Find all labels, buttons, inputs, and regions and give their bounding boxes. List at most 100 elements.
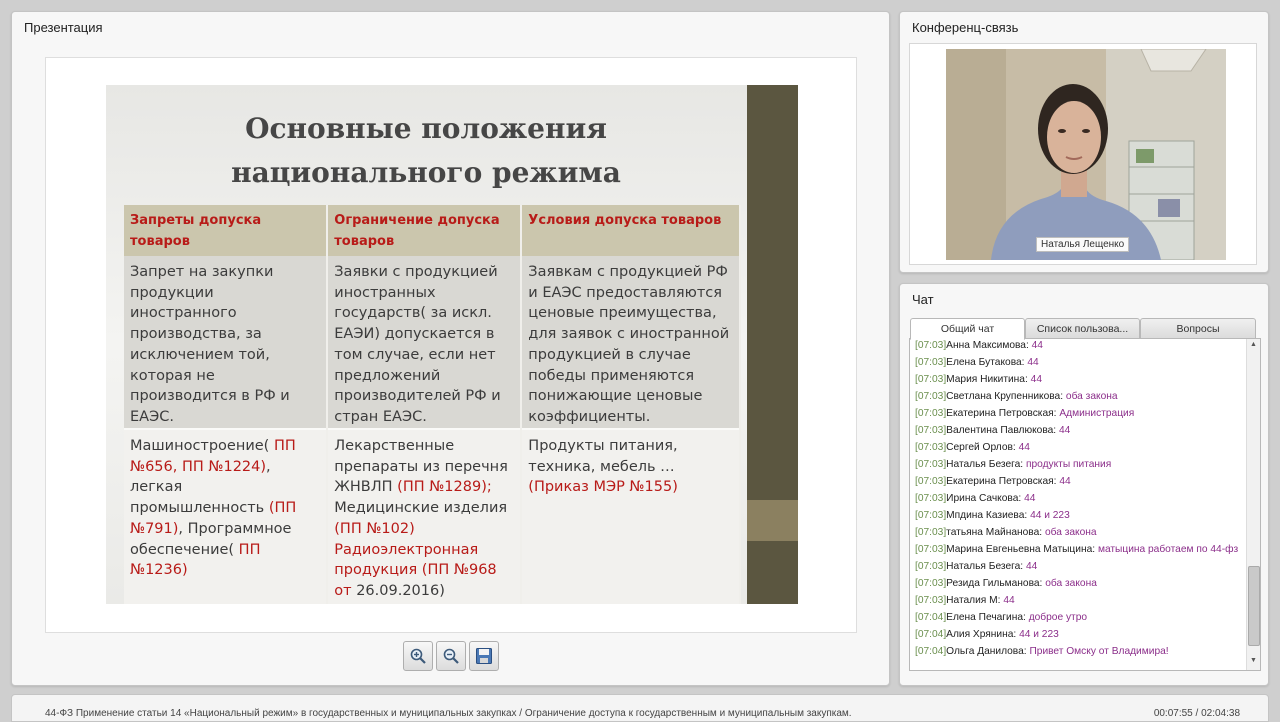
regulation-ref: (ПП №1289);	[397, 479, 492, 496]
webinar-title: 44-ФЗ Применение статьи 14 «Национальный…	[45, 708, 852, 719]
save-icon	[476, 648, 492, 664]
message-text: 44 и 223	[1019, 628, 1059, 640]
message-timestamp: [07:03]	[915, 577, 947, 589]
tab-user-list[interactable]: Список пользова...	[1025, 318, 1140, 340]
chat-message: [07:03]Валентина Павлюкова: 44	[915, 422, 1241, 439]
message-timestamp: [07:03]	[915, 357, 947, 368]
message-author: Алия Хрянина:	[946, 628, 1017, 640]
presentation-panel: Презентация Основные положения националь…	[11, 11, 890, 686]
message-timestamp: [07:03]	[915, 527, 947, 538]
message-text: оба закона	[1045, 577, 1097, 589]
scroll-up-arrow-icon[interactable]: ▲	[1250, 341, 1257, 348]
message-author: Мария Никитина:	[946, 374, 1028, 385]
message-text: Привет Омску от Владимира!	[1029, 645, 1169, 657]
message-timestamp: [07:04]	[915, 645, 947, 657]
chat-message: [07:03]Сергей Орлов: 44	[915, 439, 1241, 456]
message-author: Елена Бутакова:	[946, 357, 1025, 368]
slide-side-bar-accent	[747, 500, 798, 541]
message-timestamp: [07:04]	[915, 628, 947, 640]
chat-message: [07:04]Ольга Данилова: Привет Омску от В…	[915, 643, 1241, 660]
message-author: Екатерина Петровская:	[946, 408, 1057, 419]
chat-message: [07:04]Алия Хрянина: 44 и 223	[915, 626, 1241, 643]
message-timestamp: [07:03]	[915, 374, 947, 385]
message-author: Мпдина Казиева:	[946, 510, 1028, 521]
zoom-in-icon	[410, 648, 426, 664]
chat-message: [07:03]Екатерина Петровская: Администрац…	[915, 405, 1241, 422]
chat-message-list: [07:03]Анна Максимова: 44 [07:03]Елена Бу…	[915, 339, 1241, 660]
text-part: Медицинские изделия	[334, 500, 508, 517]
message-author: Наталия М:	[946, 594, 1001, 606]
message-text: 44	[1003, 594, 1015, 606]
message-timestamp: [07:04]	[915, 611, 947, 623]
message-text: оба закона	[1065, 391, 1118, 402]
chat-title: Чат	[912, 292, 934, 307]
zoom-out-icon	[443, 648, 459, 664]
slide: Основные положения национального режима …	[106, 85, 798, 604]
chat-scroll-thumb[interactable]	[1248, 566, 1260, 646]
zoom-out-button[interactable]	[436, 641, 466, 671]
video-scene	[946, 49, 1226, 260]
message-text: 44	[1018, 442, 1030, 453]
chat-message: [07:04]Елена Печагина: доброе утро	[915, 609, 1241, 626]
message-text: 44	[1025, 560, 1038, 572]
chat-message: [07:03]Мпдина Казиева: 44 и 223	[915, 507, 1241, 524]
slide-viewer[interactable]: Основные положения национального режима …	[45, 57, 857, 633]
chat-scrollbar[interactable]: ▲ ▼	[1246, 339, 1260, 670]
message-timestamp: [07:03]	[915, 493, 947, 504]
message-timestamp: [07:03]	[915, 594, 947, 606]
player-footer: 44-ФЗ Применение статьи 14 «Национальный…	[11, 694, 1269, 722]
message-timestamp: [07:03]	[915, 408, 947, 419]
scroll-down-arrow-icon[interactable]: ▼	[1250, 657, 1257, 664]
chat-message: [07:03]Мария Никитина: 44	[915, 371, 1241, 388]
message-text: продукты питания	[1025, 459, 1112, 470]
message-author: Сергей Орлов:	[946, 442, 1016, 453]
speaker-name-tag: Наталья Лещенко	[1036, 237, 1130, 252]
chat-message: [07:03]Светлана Крупенникова: оба закона	[915, 388, 1241, 405]
conference-panel: Конференц-связь Наталья Лещенко	[899, 11, 1269, 273]
message-text: 44	[1024, 493, 1036, 504]
message-author: Резида Гильманова:	[946, 577, 1043, 589]
video-frame: Наталья Лещенко	[909, 43, 1257, 265]
message-timestamp: [07:03]	[915, 560, 947, 572]
slide-title: Основные положения национального режима	[106, 107, 746, 195]
message-text: 44	[1027, 357, 1039, 368]
message-author: Наталья Безега:	[946, 560, 1024, 572]
regulation-ref: (Приказ МЭР №155)	[528, 479, 678, 496]
cell-bans-examples: Машиностроение( ПП №656, ПП №1224), легк…	[124, 428, 329, 604]
chat-message: [07:03]татьяна Майнанова: оба закона	[915, 524, 1241, 541]
message-author: Ирина Сачкова:	[946, 493, 1022, 504]
message-author: Светлана Крупенникова:	[946, 391, 1064, 402]
slide-title-line-1: Основные положения	[245, 112, 607, 145]
message-text: Администрация	[1059, 408, 1135, 419]
message-timestamp: [07:03]	[915, 391, 947, 402]
chat-message: [07:03]Резида Гильманова: оба закона	[915, 575, 1241, 592]
header-restrictions: Ограничение допуска товаров	[327, 205, 523, 256]
save-button[interactable]	[469, 641, 499, 671]
chat-message-area[interactable]: [07:03]Анна Максимова: 44 [07:03]Елена Бу…	[909, 338, 1261, 671]
presentation-title: Презентация	[24, 20, 103, 35]
message-timestamp: [07:03]	[915, 442, 947, 453]
cell-conditions-text: Заявкам с продукцией РФ и ЕАЭС предостав…	[521, 256, 741, 429]
zoom-in-button[interactable]	[403, 641, 433, 671]
chat-panel: Чат Общий чат Список пользова... Вопросы…	[899, 283, 1269, 686]
message-timestamp: [07:03]	[915, 544, 947, 555]
message-timestamp: [07:03]	[915, 459, 947, 470]
message-author: Екатерина Петровская:	[946, 476, 1057, 487]
message-author: Наталья Безега:	[946, 459, 1024, 470]
message-text: 44	[1031, 340, 1043, 351]
message-author: Ольга Данилова:	[946, 645, 1027, 657]
playback-time: 00:07:55 / 02:04:38	[1153, 708, 1240, 719]
message-author: Елена Печагина:	[946, 611, 1026, 623]
tab-questions[interactable]: Вопросы	[1140, 318, 1256, 340]
chat-message: [07:03]Наталья Безега: 44	[915, 558, 1241, 575]
header-conditions: Условия допуска товаров	[521, 205, 741, 256]
message-author: Анна Максимова:	[946, 340, 1029, 351]
tab-general-chat[interactable]: Общий чат	[910, 318, 1025, 340]
cell-bans-text: Запрет на закупки продукции иностранного…	[124, 256, 329, 429]
message-text: матыцина работаем по 44-фз	[1097, 544, 1239, 555]
speaker-video[interactable]: Наталья Лещенко	[946, 49, 1226, 260]
cell-restrictions-text: Заявки с продукцией иностранных государс…	[327, 256, 523, 429]
slide-title-line-2: национального режима	[231, 156, 621, 189]
message-text: доброе утро	[1028, 611, 1088, 623]
text-part: Продукты питания, техника, мебель …	[528, 438, 678, 475]
